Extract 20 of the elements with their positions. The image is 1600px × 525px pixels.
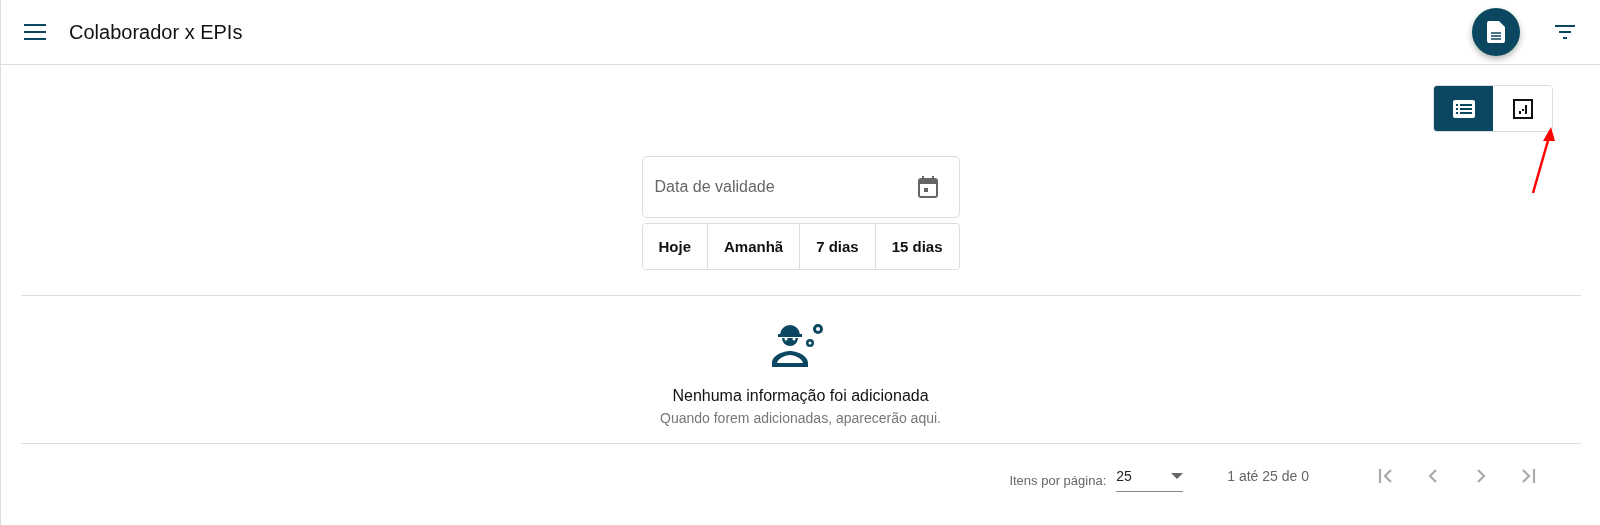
document-icon bbox=[1487, 21, 1505, 43]
report-button[interactable] bbox=[1472, 8, 1520, 56]
empty-state-title: Nenhuma informação foi adicionada bbox=[672, 387, 929, 405]
empty-state-subtitle: Quando forem adicionadas, aparecerão aqui. bbox=[660, 410, 941, 426]
menu-icon bbox=[23, 23, 47, 41]
page-range: 1 até 25 de 0 bbox=[1227, 468, 1309, 484]
date-field[interactable]: Data de validade bbox=[641, 156, 960, 218]
filter-icon bbox=[1554, 24, 1576, 40]
annotation-arrow bbox=[1531, 125, 1555, 195]
quick-filter-button[interactable]: 15 dias bbox=[874, 224, 959, 269]
calendar-icon bbox=[917, 176, 938, 198]
dropdown-caret-icon bbox=[1171, 472, 1184, 479]
page-size-label: Itens por página: bbox=[1009, 472, 1107, 488]
menu-button[interactable] bbox=[23, 23, 47, 41]
filter-button[interactable] bbox=[1554, 24, 1576, 40]
page-size-select[interactable]: 25 bbox=[1116, 460, 1184, 492]
bar-chart-icon bbox=[1512, 98, 1533, 119]
page-title: Colaborador x EPIs bbox=[69, 20, 244, 44]
view-toggle-option[interactable] bbox=[1434, 86, 1493, 131]
list-icon bbox=[1452, 99, 1475, 118]
